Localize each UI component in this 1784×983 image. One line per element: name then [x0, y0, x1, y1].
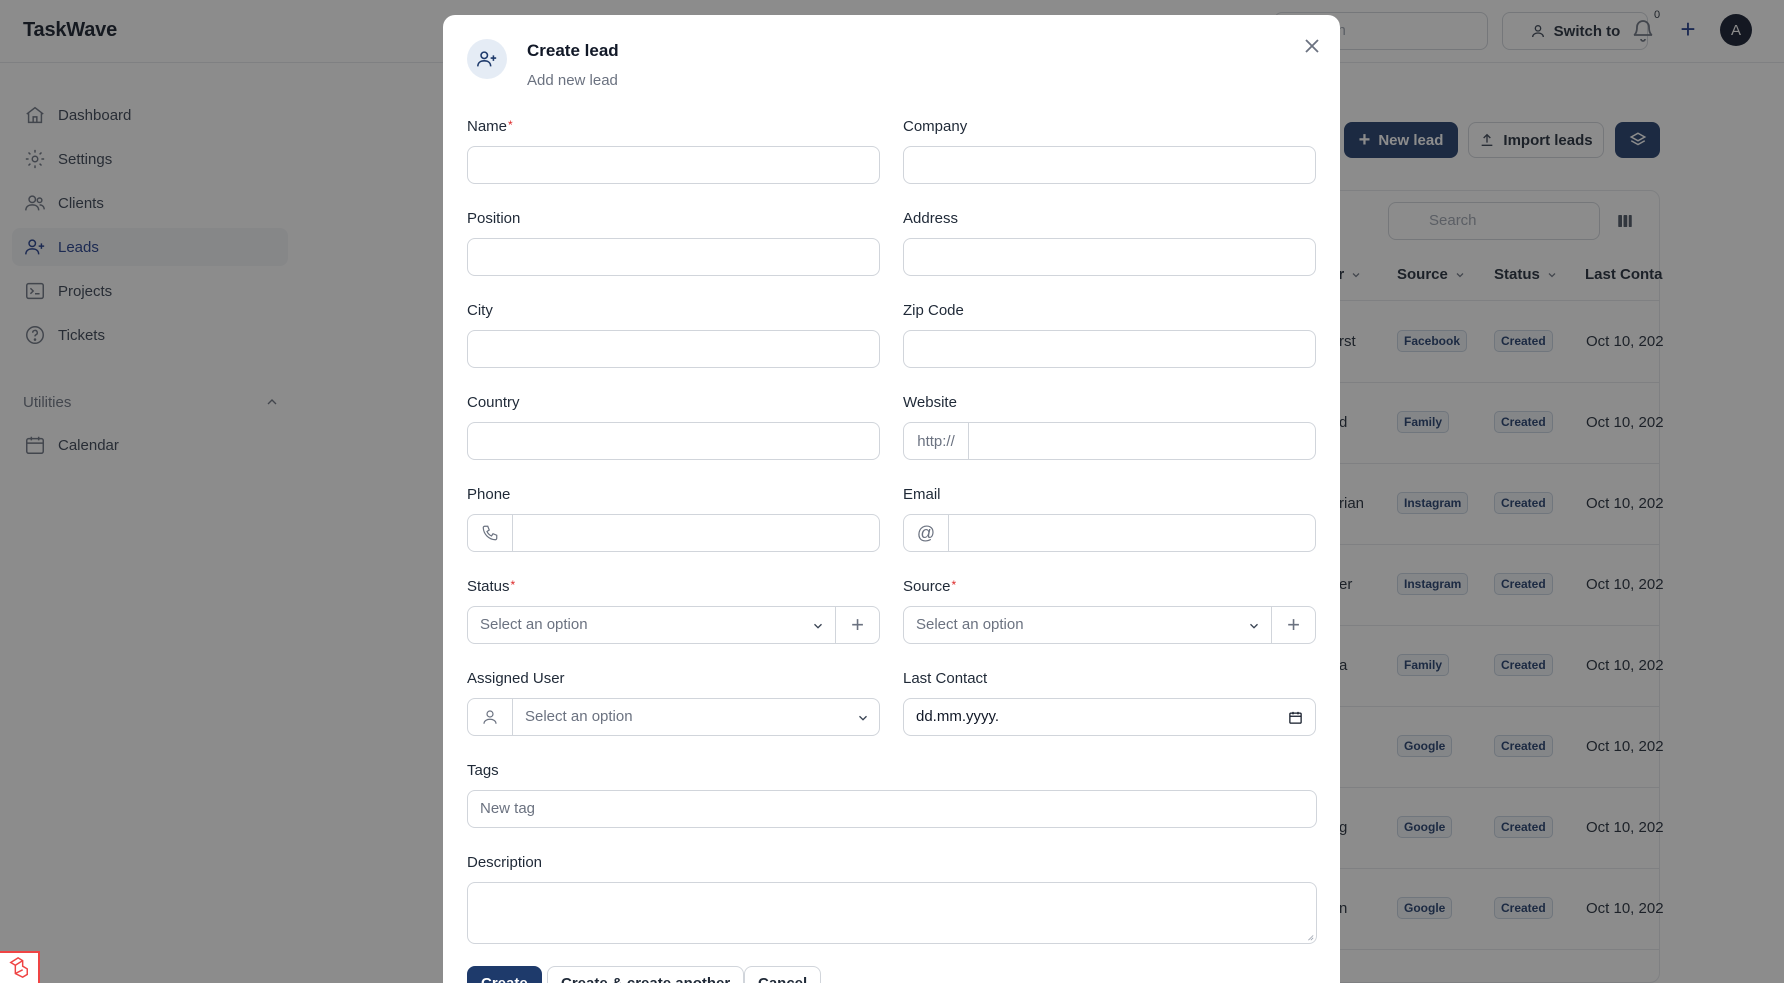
add-status-button[interactable]: + — [835, 607, 879, 643]
city-field[interactable] — [467, 330, 880, 368]
address-field[interactable] — [903, 238, 1316, 276]
chevron-down-icon — [859, 715, 867, 721]
website-label: Website — [903, 394, 957, 411]
source-label: Source* — [903, 578, 956, 595]
name-label: Name* — [467, 118, 513, 135]
position-field[interactable] — [467, 238, 880, 276]
close-icon[interactable] — [1300, 34, 1324, 58]
status-placeholder: Select an option — [480, 616, 588, 633]
name-field[interactable] — [467, 146, 880, 184]
source-select[interactable]: Select an option + — [903, 606, 1316, 644]
assigned-user-select[interactable]: Select an option — [467, 698, 880, 736]
country-field[interactable] — [467, 422, 880, 460]
user-plus-icon — [477, 51, 497, 67]
phone-label: Phone — [467, 486, 511, 503]
laravel-logo-icon — [9, 957, 28, 979]
source-label-text: Source — [903, 578, 951, 595]
company-field[interactable] — [903, 146, 1316, 184]
assigned-user-prefix — [468, 699, 513, 735]
create-button[interactable]: Create — [467, 966, 542, 983]
tags-placeholder: New tag — [480, 800, 536, 817]
position-label: Position — [467, 210, 521, 227]
phone-field[interactable] — [467, 514, 880, 552]
modal-subtitle: Add new lead — [527, 72, 618, 89]
last-contact-label: Last Contact — [903, 670, 988, 687]
resize-handle-icon[interactable] — [1306, 933, 1314, 941]
required-mark: * — [510, 578, 516, 592]
website-prefix: http:// — [904, 423, 969, 459]
source-placeholder: Select an option — [916, 616, 1024, 633]
cancel-button[interactable]: Cancel — [744, 966, 822, 983]
email-label: Email — [903, 486, 941, 503]
assigned-user-placeholder: Select an option — [525, 708, 633, 725]
modal-title: Create lead — [527, 41, 619, 60]
at-icon: @ — [904, 515, 949, 551]
company-label: Company — [903, 118, 968, 135]
status-select[interactable]: Select an option + — [467, 606, 880, 644]
tags-label: Tags — [467, 762, 499, 779]
chevron-down-icon — [814, 623, 822, 629]
required-mark: * — [951, 578, 957, 592]
status-label-text: Status — [467, 578, 510, 595]
user-icon — [483, 710, 497, 724]
create-lead-modal: Create lead Add new lead Name* Company P… — [443, 15, 1340, 983]
status-label: Status* — [467, 578, 515, 595]
email-field[interactable]: @ — [903, 514, 1316, 552]
description-textarea[interactable] — [467, 882, 1317, 944]
assigned-user-label: Assigned User — [467, 670, 565, 687]
address-label: Address — [903, 210, 959, 227]
description-label: Description — [467, 854, 543, 871]
website-field[interactable]: http:// — [903, 422, 1316, 460]
phone-icon — [482, 525, 498, 541]
calendar-icon[interactable] — [1288, 710, 1303, 725]
country-label: Country — [467, 394, 520, 411]
modal-header-icon — [467, 39, 507, 79]
zip-code-field[interactable] — [903, 330, 1316, 368]
last-contact-date-field[interactable]: dd.mm.yyyy. — [903, 698, 1316, 736]
chevron-down-icon — [1250, 623, 1258, 629]
tags-input[interactable]: New tag — [467, 790, 1317, 828]
debugbar-logo[interactable] — [0, 951, 40, 983]
zip-code-label: Zip Code — [903, 302, 964, 319]
required-mark: * — [508, 118, 513, 132]
phone-prefix — [468, 515, 513, 551]
add-source-button[interactable]: + — [1271, 607, 1315, 643]
name-label-text: Name — [467, 118, 508, 135]
create-and-create-another-button[interactable]: Create & create another — [547, 966, 745, 983]
city-label: City — [467, 302, 493, 319]
last-contact-value: dd.mm.yyyy. — [916, 708, 1000, 725]
